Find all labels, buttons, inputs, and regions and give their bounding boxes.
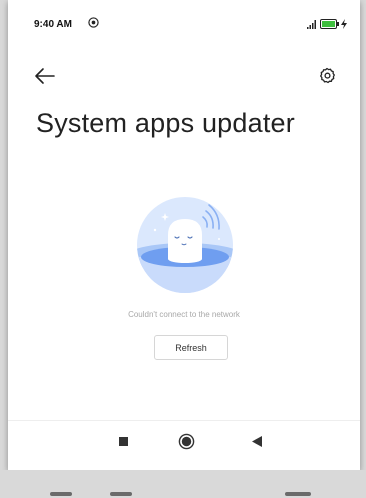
home-icon[interactable] (178, 433, 195, 450)
edge-mark (50, 492, 72, 496)
gear-icon[interactable] (317, 66, 337, 86)
status-time: 9:40 AM (34, 19, 72, 30)
navigation-bar (8, 420, 360, 470)
do-not-disturb-icon (88, 17, 99, 28)
signal-icon (307, 20, 316, 29)
network-error-message: Couldn't connect to the network (128, 310, 240, 319)
device-bottom-edge (0, 470, 366, 498)
top-app-bar (8, 60, 360, 92)
back-triangle-icon[interactable] (251, 435, 263, 448)
battery-icon (320, 19, 339, 29)
refresh-button[interactable]: Refresh (154, 335, 228, 360)
page-title: System apps updater (36, 108, 295, 138)
edge-mark (110, 492, 132, 496)
edge-mark (285, 492, 311, 496)
status-bar: 9:40 AM (8, 0, 360, 40)
arrow-left-icon[interactable] (34, 66, 56, 86)
phone-screen: 9:40 AM System apps updater Couldn't con… (8, 0, 360, 470)
status-icons (306, 18, 347, 30)
sleeping-ghost-illustration (137, 197, 233, 293)
charging-icon (341, 19, 347, 29)
recent-apps-icon[interactable] (119, 437, 128, 446)
